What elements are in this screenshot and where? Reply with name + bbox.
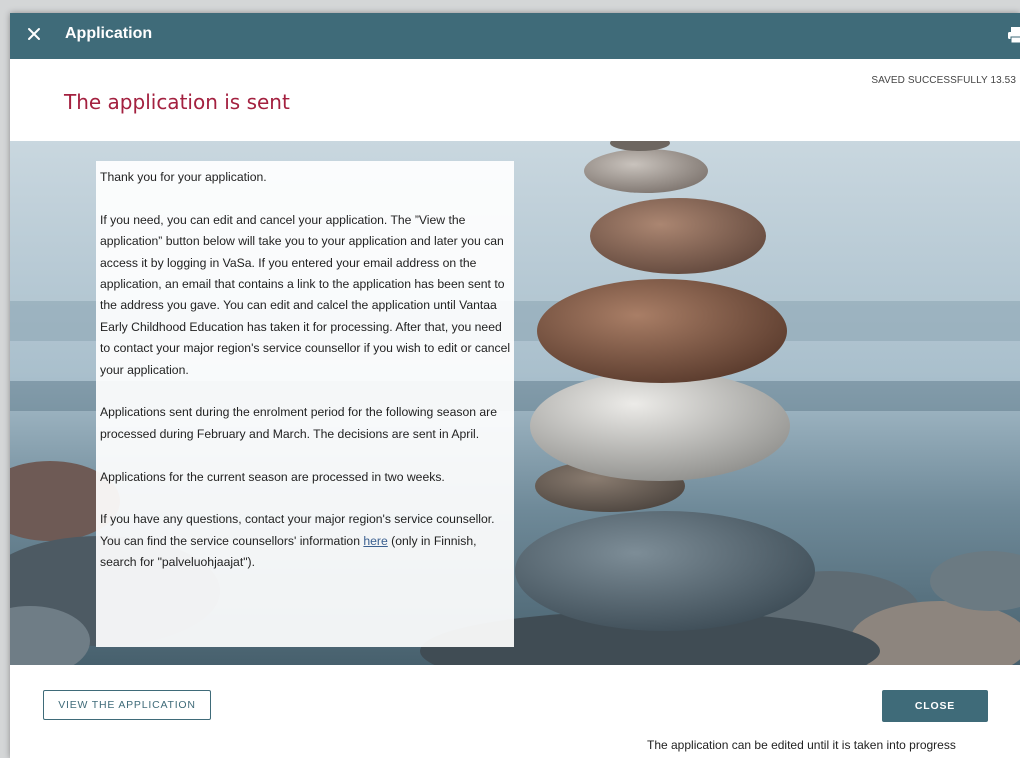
thank-you-paragraph: Thank you for your application. [100, 170, 267, 184]
questions-paragraph: If you have any questions, contact your … [100, 509, 514, 573]
close-icon[interactable] [22, 22, 46, 46]
edit-cancel-paragraph: If you need, you can edit and cancel you… [100, 212, 511, 377]
current-season-paragraph: Applications for the current season are … [100, 469, 445, 484]
dialog-title: Application [65, 25, 153, 42]
save-status: SAVED SUCCESSFULLY 13.53 [871, 75, 1016, 86]
application-dialog: Application SAVED SUCCESSFULLY 13.53 The… [10, 13, 1020, 758]
enrolment-period-paragraph: Applications sent during the enrolment p… [100, 405, 498, 441]
printer-icon[interactable] [1006, 25, 1020, 45]
service-counsellors-link[interactable]: here [363, 534, 387, 548]
dialog-titlebar: Application [10, 13, 1020, 59]
edit-note: The application can be edited until it i… [647, 738, 956, 752]
close-button[interactable]: CLOSE [882, 690, 988, 722]
page-title: The application is sent [64, 90, 290, 114]
confirmation-text-panel: Thank you for your application. If you n… [96, 161, 514, 647]
view-application-button[interactable]: VIEW THE APPLICATION [43, 690, 211, 720]
hero-image-section: Thank you for your application. If you n… [10, 141, 1020, 665]
